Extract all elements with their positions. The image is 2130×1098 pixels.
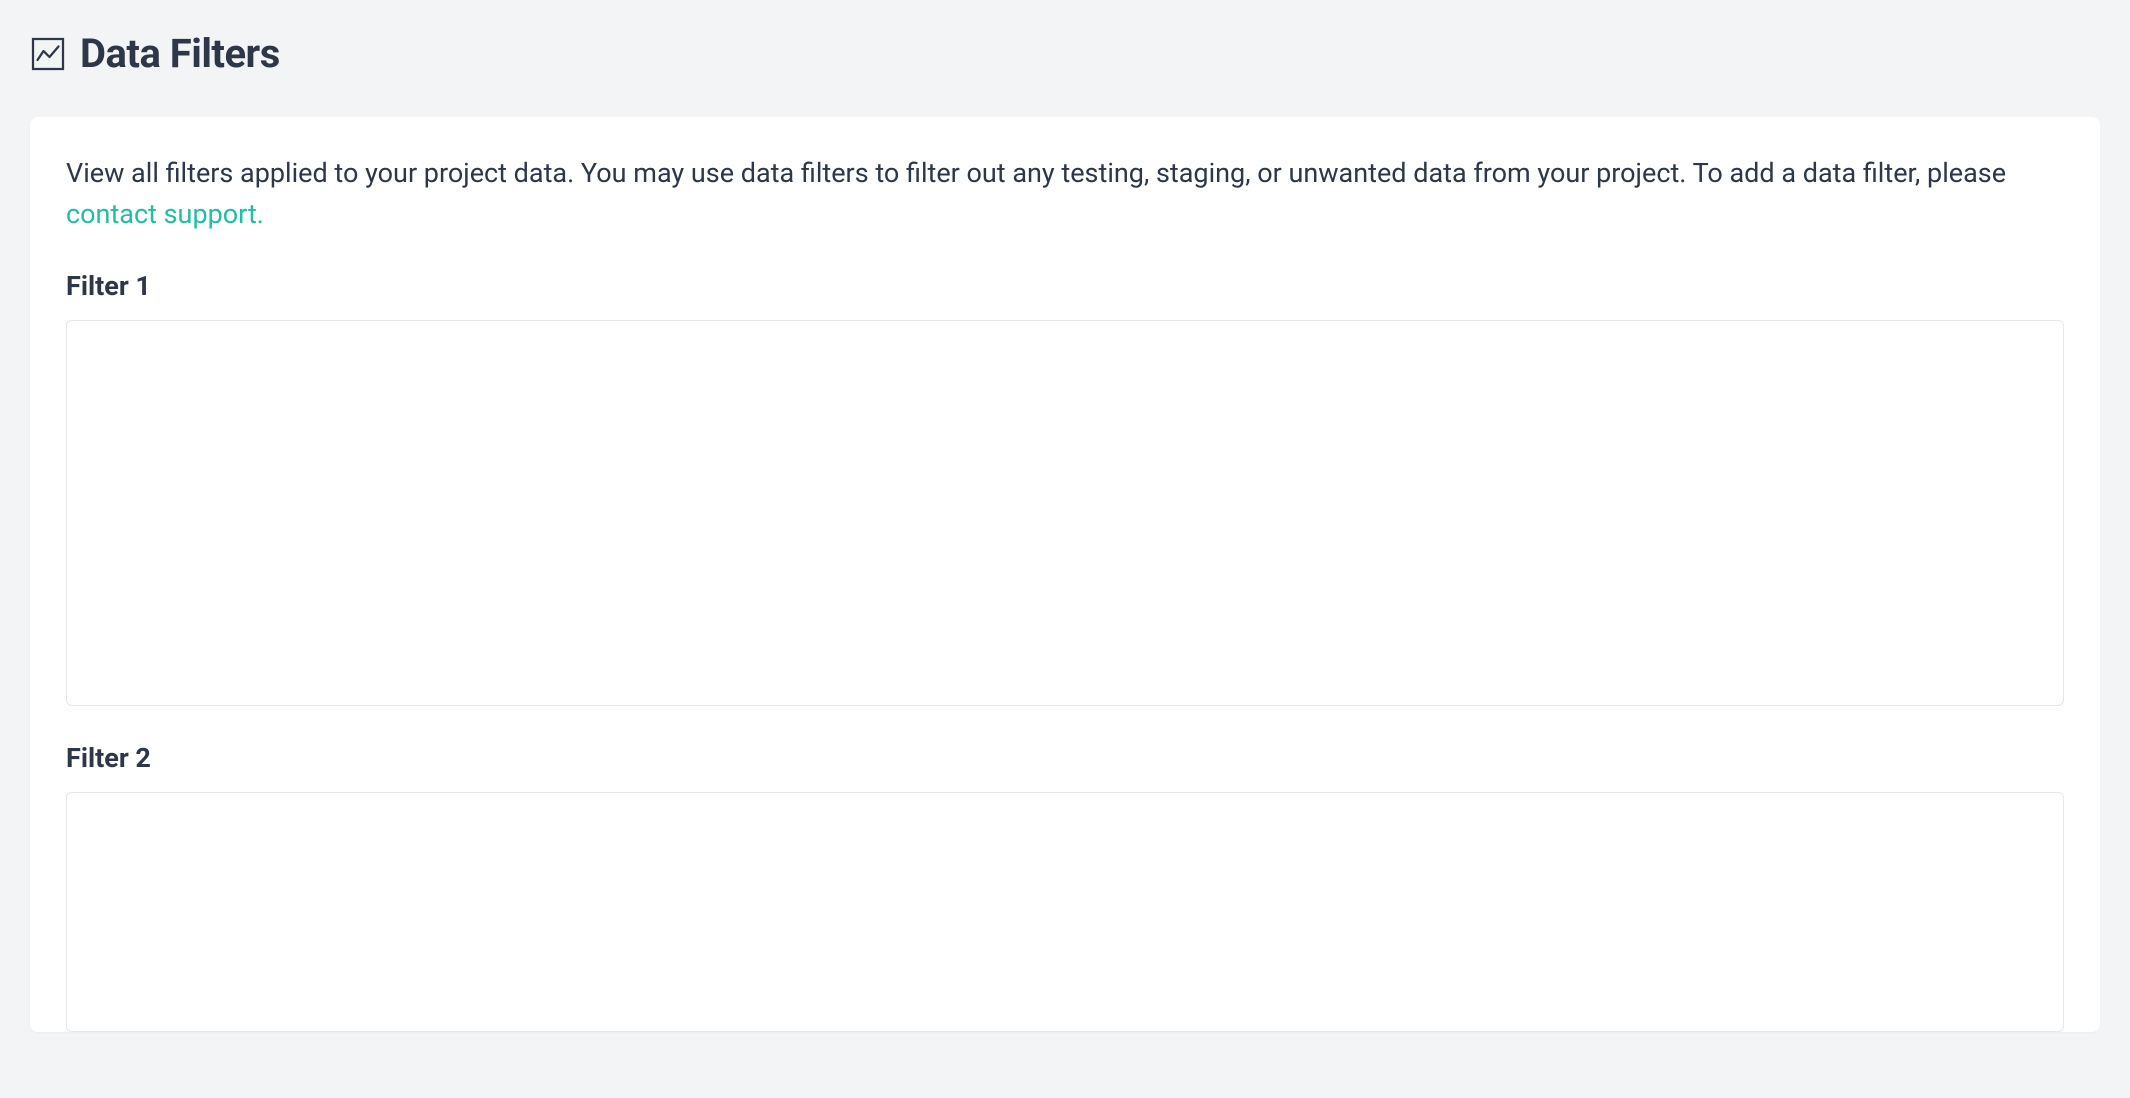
filter-section-2: Filter 2 [66,742,2064,1032]
chart-line-icon [30,36,66,72]
filter-1-label: Filter 1 [66,270,2064,302]
page-container: Data Filters View all filters applied to… [0,0,2130,1098]
page-header: Data Filters [30,30,2100,77]
content-card: View all filters applied to your project… [30,117,2100,1032]
filter-1-box[interactable] [66,320,2064,706]
filter-2-label: Filter 2 [66,742,2064,774]
contact-support-link[interactable]: contact support. [66,198,264,230]
description-text: View all filters applied to your project… [66,153,2064,234]
filter-section-1: Filter 1 [66,270,2064,706]
description-prefix: View all filters applied to your project… [66,157,2006,189]
page-title: Data Filters [80,30,280,77]
filter-2-box[interactable] [66,792,2064,1032]
